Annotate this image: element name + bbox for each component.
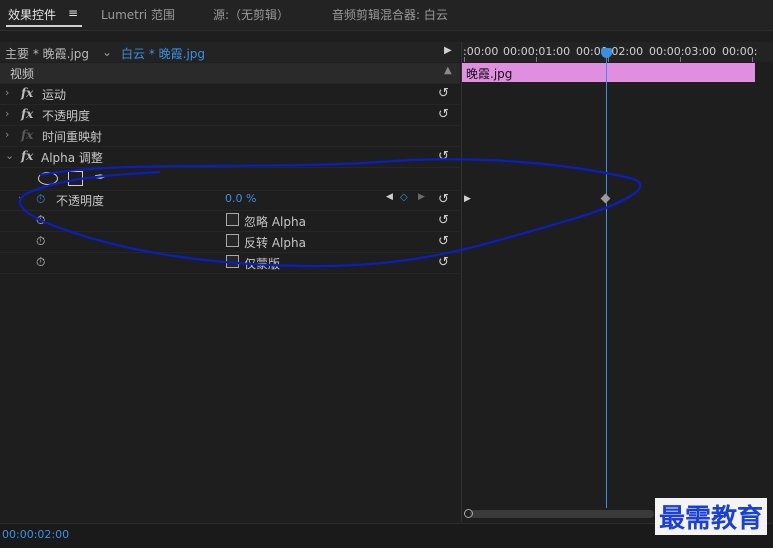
clip-label: 晚霞.jpg bbox=[466, 67, 513, 81]
playhead-line[interactable] bbox=[606, 52, 607, 510]
chevron-right-icon[interactable]: › bbox=[18, 192, 22, 205]
stopwatch-icon[interactable]: ⏱ bbox=[36, 192, 45, 207]
reset-icon[interactable]: ↺ bbox=[438, 149, 449, 164]
effect-timeline: :00:00 00:00:01:00 00:00:02:00 00:00:03:… bbox=[461, 42, 773, 522]
property-row-invert-alpha[interactable]: ⏱ 反转 Alpha ↺ bbox=[0, 232, 460, 253]
panel-tab-bar: 效果控件 ≡ Lumetri 范围 源:（无剪辑） 音频剪辑混合器: 白云 bbox=[0, 0, 773, 31]
ruler-tick bbox=[752, 57, 753, 62]
tab-effect-controls[interactable]: 效果控件 bbox=[8, 6, 56, 23]
effect-label: 不透明度 bbox=[42, 109, 91, 123]
stopwatch-icon[interactable]: ⏱ bbox=[36, 234, 45, 249]
next-keyframe-icon[interactable]: ▶ bbox=[418, 192, 425, 202]
ignore-alpha-checkbox[interactable] bbox=[226, 213, 239, 226]
reset-icon[interactable]: ↺ bbox=[438, 107, 449, 122]
fx-icon[interactable]: fx bbox=[21, 149, 33, 163]
property-row-ignore-alpha[interactable]: ⏱ 忽略 Alpha ↺ bbox=[0, 211, 460, 232]
chevron-down-icon[interactable]: ⌄ bbox=[5, 149, 14, 162]
effect-label: 运动 bbox=[42, 88, 67, 102]
fx-icon[interactable]: fx bbox=[21, 107, 33, 121]
keyframe-marker[interactable] bbox=[600, 193, 611, 204]
collapse-up-icon[interactable]: ▲ bbox=[444, 65, 452, 76]
section-video-label: 视频 bbox=[10, 67, 35, 81]
chevron-down-icon[interactable]: ⌄ bbox=[102, 45, 112, 59]
stopwatch-icon[interactable]: ⏱ bbox=[36, 213, 45, 228]
effect-row-alpha-adjust[interactable]: ⌄ fx Alpha 调整 ↺ bbox=[0, 147, 460, 168]
effect-controls-list: 视频 ▲ › fx 运动 ↺ › fx 不透明度 ↺ › fx 时间重映射 ⌄ … bbox=[0, 63, 460, 523]
rectangle-mask-icon[interactable] bbox=[68, 171, 83, 186]
chevron-right-icon[interactable]: › bbox=[5, 128, 9, 141]
prev-keyframe-icon[interactable]: ◀ bbox=[386, 192, 393, 202]
add-keyframe-icon[interactable]: ◇ bbox=[400, 192, 408, 203]
reset-icon[interactable]: ↺ bbox=[438, 86, 449, 101]
mask-only-checkbox[interactable] bbox=[226, 255, 239, 268]
reset-icon[interactable]: ↺ bbox=[438, 234, 449, 249]
sequence-bar: 主要 * 晚霞.jpg ⌄ 白云 * 晚霞.jpg ▶ bbox=[0, 42, 460, 62]
effect-label: Alpha 调整 bbox=[41, 151, 103, 165]
property-label: 不透明度 bbox=[56, 194, 105, 208]
ruler-label: :00:00 bbox=[463, 45, 499, 58]
panel-menu-icon[interactable]: ≡ bbox=[68, 6, 78, 20]
current-timecode[interactable]: 00:00:02:00 bbox=[2, 528, 69, 541]
active-clip-label[interactable]: 白云 * 晚霞.jpg bbox=[121, 45, 205, 62]
ignore-alpha-label: 忽略 Alpha bbox=[244, 215, 306, 229]
fx-icon[interactable]: fx bbox=[21, 86, 33, 100]
chevron-right-icon[interactable]: › bbox=[5, 107, 9, 120]
active-tab-underline bbox=[6, 25, 82, 27]
section-video[interactable]: 视频 ▲ bbox=[0, 63, 460, 84]
effect-row-motion[interactable]: › fx 运动 ↺ bbox=[0, 84, 460, 105]
mask-only-label: 仅蒙版 bbox=[244, 257, 281, 271]
invert-alpha-checkbox[interactable] bbox=[226, 234, 239, 247]
ruler-label: 00:00:03:00 bbox=[649, 45, 717, 58]
tab-source[interactable]: 源:（无剪辑） bbox=[213, 6, 289, 23]
ruler-tick bbox=[680, 57, 681, 62]
stopwatch-icon[interactable]: ⏱ bbox=[36, 255, 45, 270]
chevron-right-icon[interactable]: › bbox=[5, 86, 9, 99]
ellipse-mask-icon[interactable] bbox=[38, 172, 58, 185]
mask-tools-row: ✒ bbox=[0, 168, 460, 191]
master-clip-label[interactable]: 主要 * 晚霞.jpg bbox=[5, 45, 89, 62]
fx-icon[interactable]: fx bbox=[21, 128, 33, 142]
play-arrow-icon[interactable]: ▶ bbox=[444, 45, 452, 56]
tab-lumetri-scopes[interactable]: Lumetri 范围 bbox=[101, 6, 175, 23]
reset-icon[interactable]: ↺ bbox=[438, 192, 449, 207]
reset-icon[interactable]: ↺ bbox=[438, 213, 449, 228]
clip-bar[interactable]: 晚霞.jpg bbox=[462, 63, 755, 82]
invert-alpha-label: 反转 Alpha bbox=[244, 236, 306, 250]
ruler-tick bbox=[608, 57, 609, 62]
scroll-handle-icon[interactable] bbox=[464, 509, 473, 518]
property-row-mask-only[interactable]: ⏱ 仅蒙版 ↺ bbox=[0, 253, 460, 274]
timeline-arrow-icon[interactable]: ▶ bbox=[464, 194, 471, 204]
reset-icon[interactable]: ↺ bbox=[438, 255, 449, 270]
tab-audio-clip-mixer[interactable]: 音频剪辑混合器: 白云 bbox=[332, 6, 448, 23]
effect-label: 时间重映射 bbox=[42, 130, 103, 144]
property-row-opacity[interactable]: › ⏱ 不透明度 0.0 % ◀ ◇ ▶ ↺ bbox=[0, 190, 460, 211]
opacity-value[interactable]: 0.0 % bbox=[225, 192, 256, 205]
watermark-logo: 最需教育 bbox=[654, 498, 767, 535]
time-ruler[interactable]: :00:00 00:00:01:00 00:00:02:00 00:00:03:… bbox=[462, 42, 773, 62]
ruler-tick bbox=[536, 57, 537, 62]
scrollbar-thumb[interactable] bbox=[470, 510, 654, 518]
ruler-tick bbox=[464, 57, 465, 62]
pen-mask-icon[interactable]: ✒ bbox=[94, 168, 107, 186]
effect-row-time-remap[interactable]: › fx 时间重映射 bbox=[0, 126, 460, 147]
effect-row-opacity[interactable]: › fx 不透明度 ↺ bbox=[0, 105, 460, 126]
